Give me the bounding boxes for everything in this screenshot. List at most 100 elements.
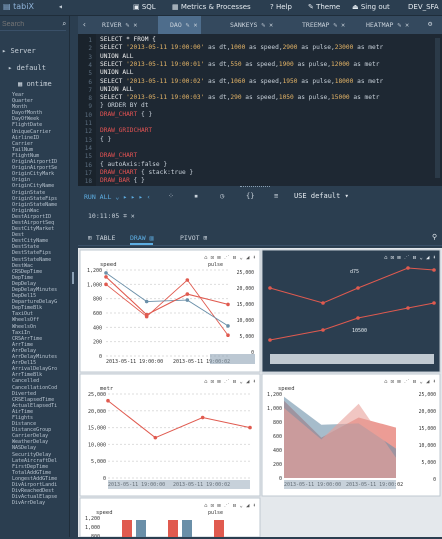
code-token: as pulse, <box>293 60 332 68</box>
data-label: 10500 <box>352 328 367 334</box>
grid-icon[interactable]: ⁘ <box>168 192 174 200</box>
data-point <box>321 328 325 332</box>
database-select-label: USE default <box>294 192 341 200</box>
code-token: as metr <box>353 77 384 85</box>
data-point <box>406 306 410 310</box>
resize-handle[interactable] <box>240 186 270 189</box>
tab-pivot[interactable]: PIVOT ⊞ <box>180 234 207 242</box>
y-axis-label: speed <box>100 262 117 268</box>
chart-toolbar-icons: ⌂ ⊡ ⊞ ⋰ ⊟ ⌄ ◢ ⬇ <box>384 255 436 261</box>
y-tick-label: 1,000 <box>85 525 100 531</box>
tab-label: RIVER <box>102 21 122 29</box>
save-icon[interactable]: ▪ <box>194 192 198 200</box>
y2-tick-label: 25,000 <box>237 270 254 276</box>
tabs-left-icon[interactable]: ‹ <box>82 20 87 29</box>
charts-svg: ⌂ ⊡ ⊞ ⋰ ⊟ ⌄ ◢ ⬇ ⌂ ⊡ ⊞ ⋰ ⊟ ⌄ ◢ ⬇ ⌂ ⊡ ⊞ ⋰ ⊟ … <box>79 249 441 539</box>
y-tick-label: 10,000 <box>88 442 106 448</box>
sql-editor[interactable]: 1 2 3 4 5 6 7 8 9 10 11 12 13 14 15 16 17 18 SELECT * FRO… <box>78 34 442 186</box>
tab-edit-close-icon[interactable]: ✎ ✕ <box>122 21 137 29</box>
server-label: Server <box>10 47 36 55</box>
tab-draw[interactable]: DRAW ▥ <box>130 230 154 245</box>
pin-icon[interactable]: ⚲ <box>432 233 437 241</box>
nav-help[interactable]: ? Help <box>270 3 292 11</box>
data-point <box>356 286 360 290</box>
zoom-slider <box>284 480 396 489</box>
code-line: DRAW_CHART { } <box>100 111 152 119</box>
y2-tick-label: 10,000 <box>419 443 436 449</box>
run-button[interactable]: RUN ALL ⌄ ▸ ▸ ▸ ‹ <box>84 193 151 201</box>
y-tick-label: 800 <box>93 297 102 303</box>
code-token: SELECT <box>100 44 127 52</box>
nav-sql[interactable]: ▣ SQL <box>133 3 156 11</box>
history-icon[interactable]: ◷ <box>220 192 224 200</box>
search-input[interactable] <box>0 19 66 31</box>
y-tick-label: 25,000 <box>88 392 106 398</box>
tab-label: DAO <box>170 21 182 29</box>
data-point <box>106 398 110 403</box>
nav-metrics[interactable]: ▦ Metrics & Processes <box>172 3 251 11</box>
data-point <box>185 278 190 282</box>
database-node[interactable]: ▸ default <box>8 64 46 72</box>
y2-tick-label: 5,000 <box>422 460 437 466</box>
tab-edit-close-icon[interactable]: ✎ ✕ <box>329 21 345 29</box>
code-token: 290 <box>230 94 242 102</box>
data-point <box>200 415 205 420</box>
server-node[interactable]: ▸ Server <box>2 47 36 55</box>
code-line: { autoAxis:false } <box>100 161 167 169</box>
data-point <box>321 301 325 305</box>
tab-edit-close-icon[interactable]: ✎ ✕ <box>257 21 273 29</box>
bar <box>168 520 178 537</box>
search-icon[interactable]: ⌕ <box>62 20 66 28</box>
app-name: tabiX <box>13 2 34 11</box>
tab-sankeys[interactable]: SANKEYS ✎ ✕ <box>218 16 277 34</box>
nav-signout[interactable]: ⏏ Sing out <box>352 3 390 11</box>
y-tick-label: 0 <box>99 354 102 360</box>
code-token: DRAW_CHART <box>100 152 138 160</box>
code-line: DRAW_CHART <box>100 152 137 160</box>
data-point <box>185 298 190 302</box>
y-tick-label: 200 <box>93 340 102 346</box>
zoom-slider <box>108 480 250 489</box>
database-select[interactable]: USE default ▾ <box>294 192 349 200</box>
nav-theme[interactable]: ✎ Theme <box>308 3 340 11</box>
code-line: DRAW_GRIDCHART <box>100 127 152 135</box>
line-gutter: 1 2 3 4 5 6 7 8 9 10 11 12 13 14 15 16 17 18 <box>78 34 96 186</box>
collapse-icon[interactable]: ◂ <box>58 2 63 11</box>
tab-river[interactable]: RIVER ✎ ✕ <box>90 16 141 34</box>
code-token: DRAW_CHART <box>100 168 138 176</box>
list-icon[interactable]: ≡ <box>274 192 278 200</box>
field-item[interactable]: DivArrDelay <box>12 500 69 506</box>
code-token: 1900 <box>278 60 294 68</box>
code-line: DRAW_CHART { stack:true } <box>100 169 193 177</box>
code-token: UNION ALL <box>100 52 134 60</box>
code-token: as speed, <box>245 77 283 85</box>
code-line: SELECT '2013-05-11 19:00:03' as dt,290 a… <box>100 94 379 102</box>
y-tick-label: 800 <box>273 420 282 426</box>
tab-edit-close-icon[interactable]: ✎ ✕ <box>182 21 198 29</box>
tab-treemap[interactable]: TREEMAP ✎ ✕ <box>290 16 349 34</box>
nav-help-label: Help <box>275 3 292 11</box>
x-tick-label: 2013-05-11 19:00:00 <box>106 359 163 365</box>
table-node[interactable]: ▦ ontime <box>18 80 52 88</box>
tab-pivot-label: PIVOT <box>180 234 200 242</box>
app-logo[interactable]: ▤ tabiX <box>3 2 34 11</box>
line-number: 18 <box>84 178 92 186</box>
table-label: ontime <box>26 80 52 88</box>
editor-toolbar: RUN ALL ⌄ ▸ ▸ ▸ ‹ ⁘ ▪ ◷ {} ≡ USE default… <box>78 190 442 204</box>
result-time[interactable]: 10:11:05 ⌗ ✕ <box>88 212 135 221</box>
braces-icon[interactable]: {} <box>246 192 254 200</box>
code-token: 2900 <box>282 44 298 52</box>
splitter-handle[interactable] <box>72 272 74 284</box>
user-name[interactable]: DEV_SFA <box>408 3 439 11</box>
y-tick-label: 600 <box>273 434 282 440</box>
code-token: as pulse, <box>297 44 335 52</box>
tab-table[interactable]: ⊞ TABLE <box>88 234 115 242</box>
tab-edit-close-icon[interactable]: ✎ ✕ <box>393 21 409 29</box>
y-tick-label: 200 <box>273 462 282 468</box>
tab-heatmap[interactable]: HEATMAP ✎ ✕ <box>354 16 413 34</box>
editor-scrollbar[interactable] <box>435 38 440 178</box>
code-token: '2013-05-11 19:00:01' <box>126 60 205 68</box>
code-token: { stack:true } <box>137 168 194 176</box>
settings-icon[interactable]: ⚙ <box>428 20 432 28</box>
tab-dao[interactable]: DAO ✎ ✕ <box>158 16 202 34</box>
